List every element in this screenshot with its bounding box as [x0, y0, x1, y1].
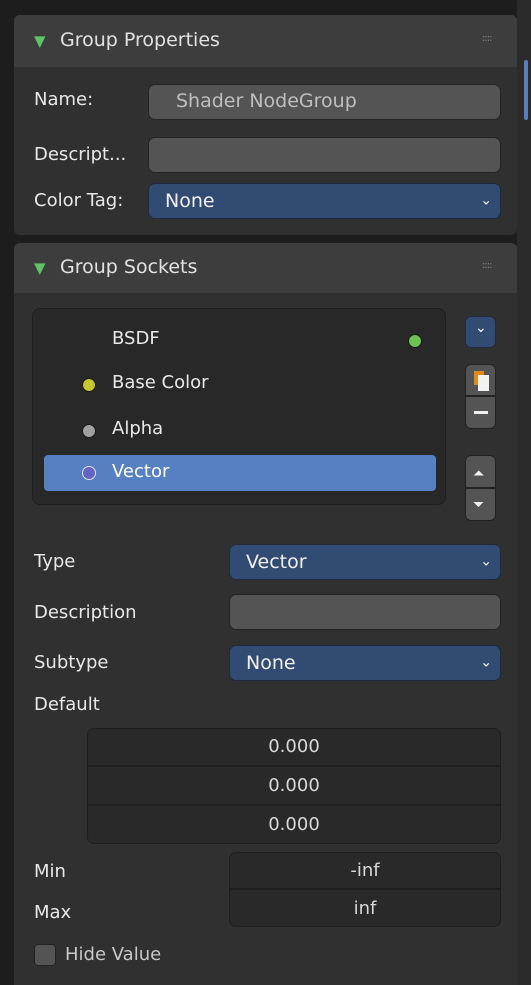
- type-dropdown[interactable]: Vector ⌄: [229, 544, 501, 580]
- socket-label: Vector: [112, 461, 170, 482]
- min-label: Min: [34, 861, 66, 882]
- description-field[interactable]: [148, 137, 501, 173]
- triangle-down-icon: ⏷: [473, 497, 485, 513]
- subtype-label: Subtype: [34, 652, 109, 673]
- default-y-value: 0.000: [268, 775, 320, 796]
- subtype-value: None: [246, 652, 296, 674]
- minus-icon: [474, 411, 488, 414]
- group-properties-header[interactable]: ▼ Group Properties ::::: [14, 15, 517, 67]
- triangle-down-icon: ▼: [34, 32, 46, 50]
- add-dropdown-button[interactable]: ⌄: [465, 316, 496, 348]
- default-y-field[interactable]: 0.000: [87, 766, 501, 805]
- hide-value-label[interactable]: Hide Value: [65, 944, 161, 965]
- panel-title: Group Sockets: [60, 256, 198, 278]
- grip-icon[interactable]: ::::: [482, 33, 493, 44]
- move-down-button[interactable]: ⏷: [465, 488, 496, 521]
- socket-label: Alpha: [112, 418, 164, 439]
- socket-label: Base Color: [112, 372, 209, 393]
- socket-color-dot: [82, 424, 96, 438]
- default-x-value: 0.000: [268, 736, 320, 757]
- panel-title: Group Properties: [60, 29, 220, 51]
- description-label: Descript...: [34, 144, 127, 165]
- copy-icon: [474, 371, 489, 391]
- remove-button[interactable]: [465, 396, 496, 429]
- color-tag-value: None: [165, 190, 215, 212]
- triangle-up-icon: ⏶: [473, 466, 485, 482]
- scroll-indicator[interactable]: [524, 60, 528, 120]
- grip-icon[interactable]: ::::: [482, 260, 493, 271]
- triangle-down-icon: ▼: [34, 259, 46, 277]
- socket-color-dot: [82, 378, 96, 392]
- chevron-down-icon: ⌄: [480, 192, 492, 209]
- type-value: Vector: [246, 551, 307, 573]
- chevron-down-icon: ⌄: [480, 553, 492, 570]
- subtype-dropdown[interactable]: None ⌄: [229, 645, 501, 681]
- list-item[interactable]: Alpha: [44, 412, 436, 448]
- color-tag-dropdown[interactable]: None ⌄: [148, 183, 501, 219]
- min-field[interactable]: -inf: [229, 852, 501, 889]
- description-field[interactable]: [229, 594, 501, 630]
- copy-button[interactable]: [465, 364, 496, 396]
- default-x-field[interactable]: 0.000: [87, 728, 501, 766]
- name-label: Name:: [34, 89, 94, 110]
- socket-label: BSDF: [112, 328, 160, 349]
- type-label: Type: [34, 551, 76, 572]
- list-item-selected[interactable]: Vector: [44, 455, 436, 491]
- group-sockets-header[interactable]: ▼ Group Sockets ::::: [14, 243, 517, 293]
- chevron-down-icon: ⌄: [480, 654, 492, 671]
- name-value: Shader NodeGroup: [176, 90, 357, 112]
- description-label: Description: [34, 602, 137, 623]
- name-field[interactable]: Shader NodeGroup: [148, 84, 501, 120]
- max-label: Max: [34, 902, 72, 923]
- default-z-field[interactable]: 0.000: [87, 805, 501, 844]
- default-z-value: 0.000: [268, 814, 320, 835]
- color-tag-label: Color Tag:: [34, 190, 124, 211]
- list-item[interactable]: Base Color: [44, 366, 436, 402]
- hide-value-checkbox[interactable]: [34, 944, 56, 966]
- editor-edge: [517, 0, 531, 985]
- list-item[interactable]: BSDF: [44, 322, 436, 358]
- socket-color-dot: [408, 334, 422, 348]
- socket-color-dot: [82, 466, 96, 480]
- max-field[interactable]: inf: [229, 889, 501, 927]
- default-label: Default: [34, 694, 100, 715]
- max-value: inf: [353, 898, 377, 919]
- min-value: -inf: [350, 860, 380, 881]
- move-up-button[interactable]: ⏶: [465, 455, 496, 488]
- chevron-down-icon: ⌄: [475, 320, 487, 336]
